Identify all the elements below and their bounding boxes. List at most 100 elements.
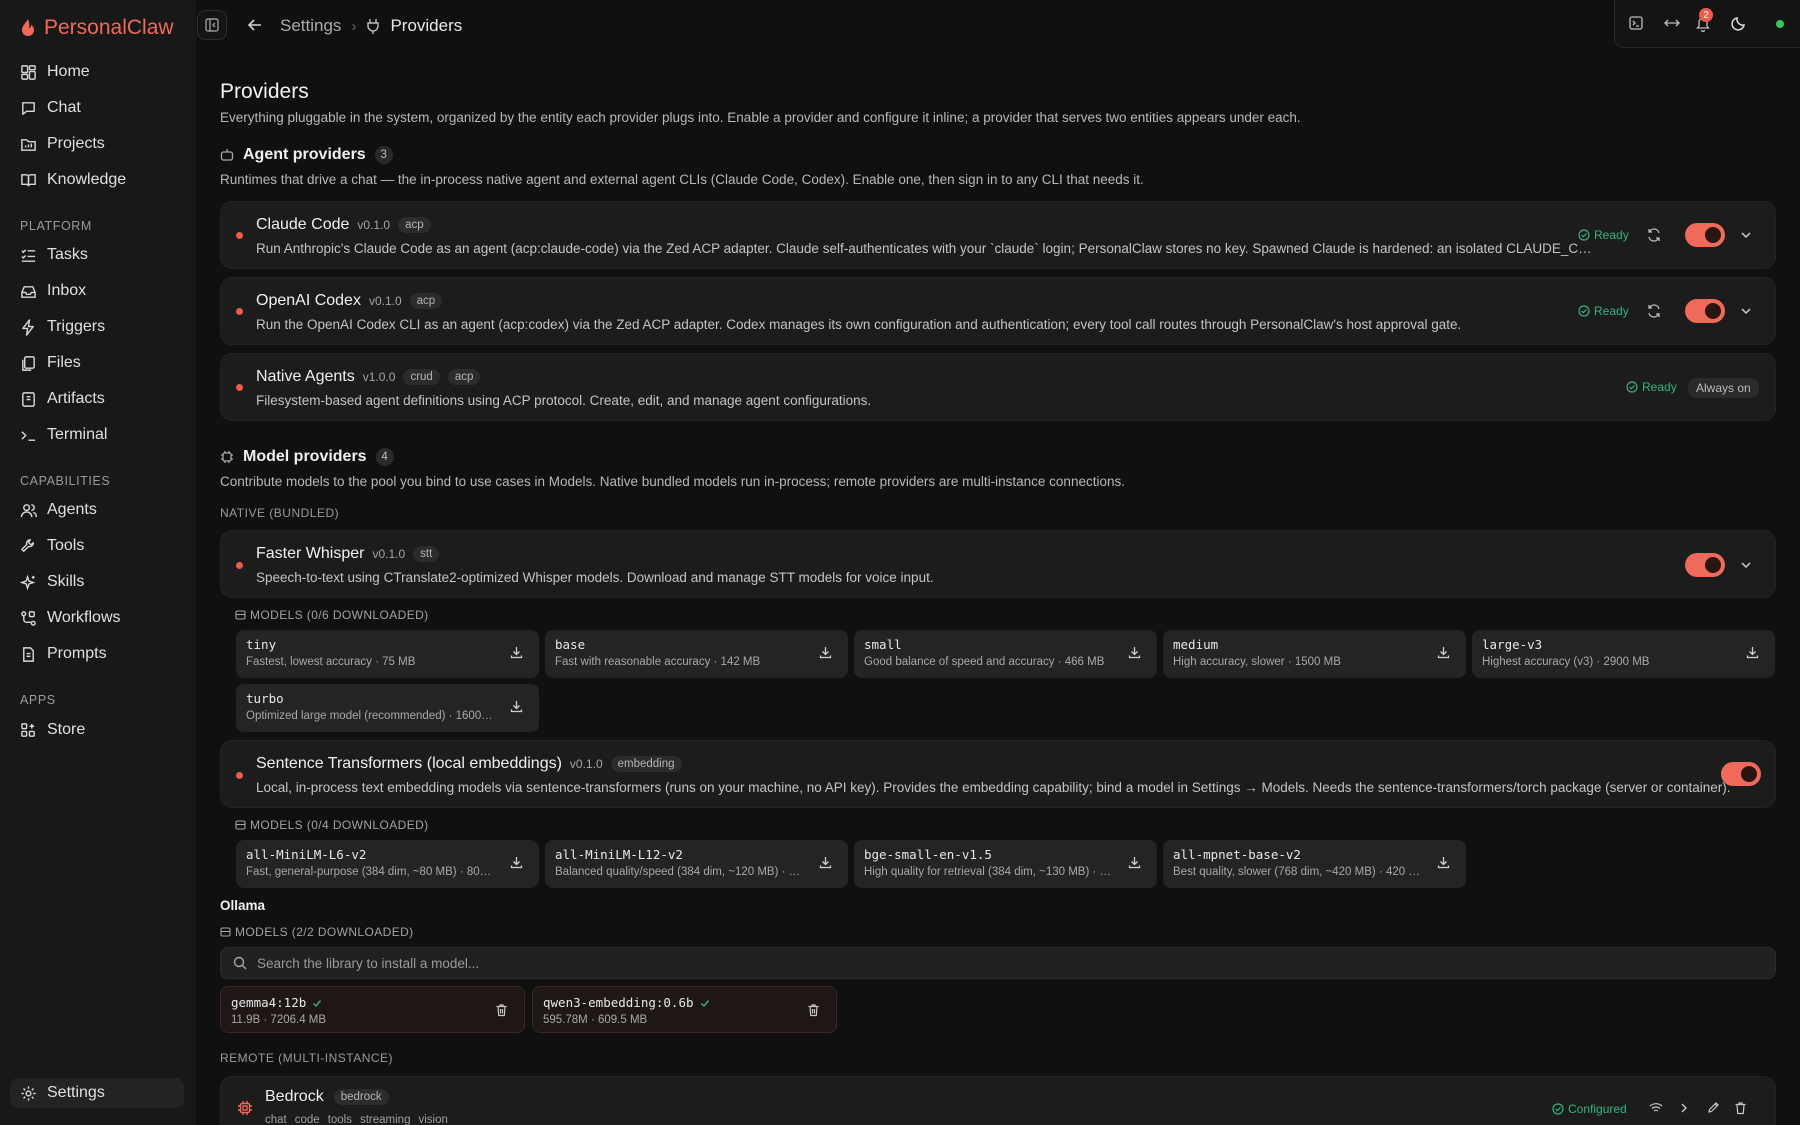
gear-icon	[21, 1085, 36, 1101]
check-circle-icon	[1552, 1103, 1564, 1115]
model-card-base: base Fast with reasonable accuracy · 142…	[545, 630, 848, 678]
model-desc: Fast with reasonable accuracy · 142 MB	[555, 656, 761, 668]
nav-files[interactable]: Files	[10, 348, 184, 378]
nav-workflows[interactable]: Workflows	[10, 603, 184, 633]
enable-toggle[interactable]	[1721, 762, 1761, 786]
enable-toggle[interactable]	[1685, 223, 1725, 247]
open-button[interactable]	[1679, 1102, 1689, 1114]
nav-settings[interactable]: Settings	[10, 1078, 184, 1108]
expand-button[interactable]	[1740, 229, 1752, 241]
refresh-button[interactable]	[1647, 304, 1661, 318]
download-icon	[819, 647, 832, 659]
inbox-icon	[21, 285, 36, 298]
check-circle-icon	[1578, 229, 1590, 241]
delete-model-button[interactable]	[495, 1003, 508, 1017]
capability: vision	[418, 1114, 448, 1125]
nav-label: Chat	[47, 99, 81, 116]
width-toggle-button[interactable]	[1663, 15, 1681, 31]
model-card-turbo: turbo Optimized large model (recommended…	[236, 684, 539, 732]
delete-model-button[interactable]	[807, 1003, 820, 1017]
agent-providers-subtitle: Runtimes that drive a chat — the in-proc…	[220, 172, 1144, 187]
status-dot	[236, 308, 243, 315]
nav-skills[interactable]: Skills	[10, 567, 184, 597]
ollama-models-label: MODELS (2/2 DOWNLOADED)	[220, 925, 414, 939]
theme-toggle-button[interactable]	[1730, 14, 1748, 32]
test-connection-button[interactable]	[1649, 1102, 1663, 1114]
brand[interactable]: PersonalClaw	[20, 16, 174, 40]
nav-tools[interactable]: Tools	[10, 531, 184, 561]
provider-description: Run the OpenAI Codex CLI as an agent (ac…	[256, 317, 1462, 332]
download-button[interactable]	[510, 700, 523, 713]
model-name: small	[864, 637, 902, 652]
status-text: Ready	[1642, 380, 1677, 394]
refresh-button[interactable]	[1647, 228, 1661, 242]
nav-projects[interactable]: Projects	[10, 129, 184, 159]
wrench-icon	[21, 538, 34, 552]
console-button[interactable]	[1628, 15, 1644, 31]
breadcrumb-settings[interactable]: Settings	[280, 16, 341, 36]
nav-artifacts[interactable]: Artifacts	[10, 384, 184, 414]
nav-inbox[interactable]: Inbox	[10, 276, 184, 306]
nav-terminal[interactable]: Terminal	[10, 420, 184, 450]
provider-title: Claude Code v0.1.0 acp	[256, 216, 431, 234]
chevron-down-icon	[1741, 232, 1751, 239]
download-icon	[1437, 647, 1450, 659]
download-button[interactable]	[819, 646, 832, 659]
download-button[interactable]	[1128, 646, 1141, 659]
enable-toggle[interactable]	[1685, 299, 1725, 323]
provider-name: Faster Whisper	[256, 545, 365, 562]
status-text: Configured	[1568, 1102, 1627, 1116]
nav-knowledge[interactable]: Knowledge	[10, 165, 184, 195]
nav-home[interactable]: Home	[10, 57, 184, 87]
download-button[interactable]	[1437, 646, 1450, 659]
nav-agents[interactable]: Agents	[10, 495, 184, 525]
enable-toggle[interactable]	[1685, 553, 1725, 577]
nav-store[interactable]: Store	[10, 715, 184, 745]
capability: code	[294, 1114, 320, 1125]
grid-plus-icon	[21, 722, 35, 737]
provider-name: Sentence Transformers (local embeddings)	[256, 755, 562, 772]
model-desc: 11.9B · 7206.4 MB	[231, 1014, 327, 1026]
download-button[interactable]	[819, 856, 832, 869]
provider-version: v0.1.0	[357, 218, 391, 232]
provider-tag: embedding	[610, 756, 682, 772]
capability: tools	[327, 1114, 352, 1125]
edit-button[interactable]	[1707, 1101, 1720, 1114]
nav-label: Agents	[47, 501, 97, 518]
download-icon	[510, 857, 523, 869]
download-button[interactable]	[1746, 646, 1759, 659]
database-icon	[235, 820, 246, 830]
provider-version: v0.1.0	[372, 547, 406, 561]
nav-triggers[interactable]: Triggers	[10, 312, 184, 342]
download-button[interactable]	[510, 856, 523, 869]
always-on-badge: Always on	[1688, 378, 1759, 398]
model-name: qwen3-embedding:0.6b	[543, 995, 694, 1010]
nav-prompts[interactable]: Prompts	[10, 639, 184, 669]
nav-tasks[interactable]: Tasks	[10, 240, 184, 270]
ollama-model-qwen3-embedding: qwen3-embedding:0.6b 595.78M · 609.5 MB	[532, 986, 837, 1033]
sparkle-icon	[20, 574, 36, 590]
models-label-text: MODELS (2/2 DOWNLOADED)	[235, 925, 414, 939]
provider-name: Claude Code	[256, 216, 350, 233]
model-providers-heading: Model providers 4	[220, 446, 394, 468]
trash-icon	[808, 1004, 819, 1017]
download-button[interactable]	[510, 646, 523, 659]
expand-button[interactable]	[1740, 559, 1752, 571]
download-button[interactable]	[1128, 856, 1141, 869]
book-icon	[21, 173, 36, 186]
nav-chat[interactable]: Chat	[10, 93, 184, 123]
moon-icon	[1731, 17, 1745, 31]
sidebar-toggle-button[interactable]	[197, 10, 227, 40]
back-button[interactable]	[246, 16, 264, 34]
model-desc: Highest accuracy (v3) · 2900 MB	[1482, 656, 1650, 668]
model-card-all-minilm-l6-v2: all-MiniLM-L6-v2 Fast, general-purpose (…	[236, 840, 539, 888]
breadcrumb: Settings › Providers	[280, 16, 462, 36]
model-card-medium: medium High accuracy, slower · 1500 MB	[1163, 630, 1466, 678]
model-search-input[interactable]	[257, 955, 1657, 971]
folder-icon	[21, 138, 36, 151]
bot-icon	[220, 149, 234, 161]
expand-button[interactable]	[1740, 305, 1752, 317]
delete-button[interactable]	[1734, 1101, 1747, 1115]
download-button[interactable]	[1437, 856, 1450, 869]
wifi-icon	[1649, 1103, 1663, 1112]
